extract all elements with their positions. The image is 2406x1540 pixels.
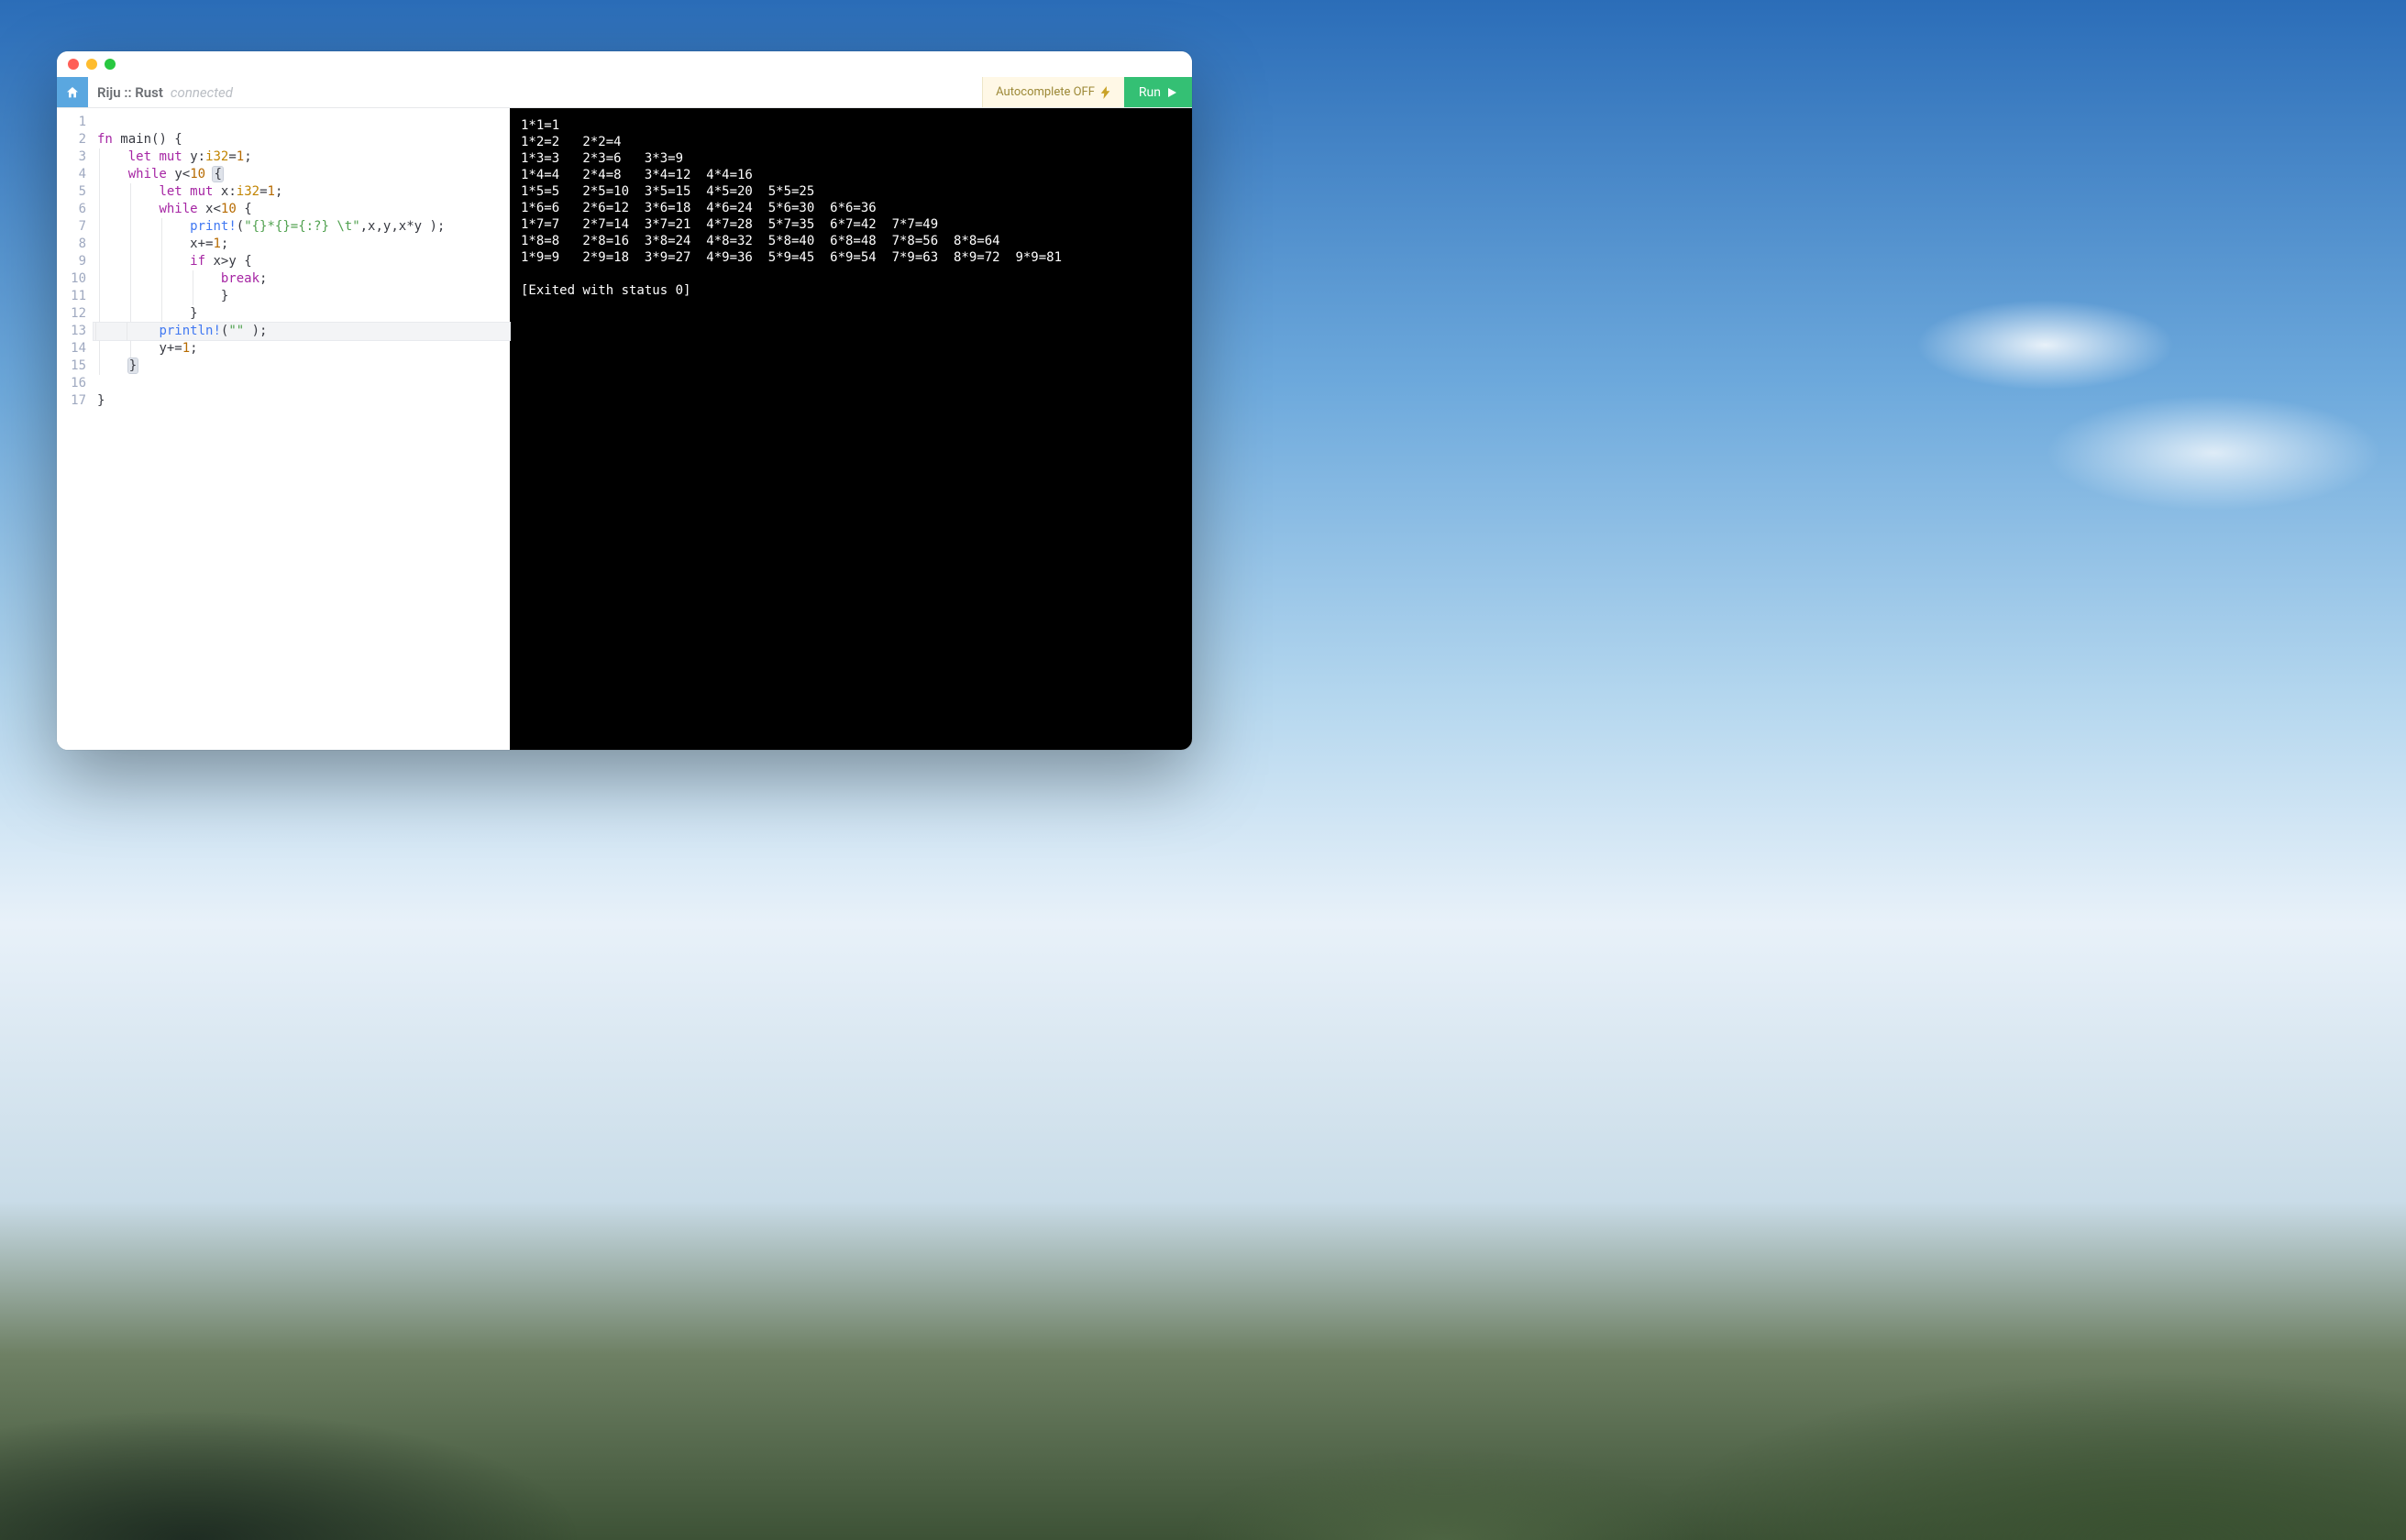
line-number: 10 [57, 270, 86, 288]
line-number: 9 [57, 253, 86, 270]
line-number: 8 [57, 236, 86, 253]
code-line[interactable]: let mut x:i32=1; [97, 183, 502, 201]
code-line[interactable] [97, 375, 502, 392]
code-area[interactable]: fn main() { let mut y:i32=1; while y<10 … [94, 108, 510, 750]
split-panes: 1234567891011121314151617 fn main() { le… [57, 108, 1192, 750]
title-block: Riju :: Rust connected [88, 77, 242, 107]
app-window: Riju :: Rust connected Autocomplete OFF … [57, 51, 1192, 750]
code-line[interactable]: while y<10 { [97, 166, 502, 183]
code-line[interactable]: if x>y { [97, 253, 502, 270]
code-line[interactable]: while x<10 { [97, 201, 502, 218]
code-line[interactable]: fn main() { [97, 131, 502, 148]
line-number: 2 [57, 131, 86, 148]
autocomplete-toggle-button[interactable]: Autocomplete OFF [982, 77, 1124, 107]
line-number: 12 [57, 305, 86, 323]
line-number: 6 [57, 201, 86, 218]
toolbar: Riju :: Rust connected Autocomplete OFF … [57, 77, 1192, 108]
code-line[interactable]: println!("" ); [94, 323, 510, 340]
code-line[interactable]: y+=1; [97, 340, 502, 358]
code-line[interactable] [97, 114, 502, 131]
code-line[interactable]: x+=1; [97, 236, 502, 253]
connection-status: connected [171, 84, 233, 101]
home-icon [65, 85, 80, 100]
code-line[interactable]: } [97, 288, 502, 305]
code-line[interactable]: let mut y:i32=1; [97, 148, 502, 166]
run-label: Run [1139, 85, 1161, 100]
code-line[interactable]: print!("{}*{}={:?} \t",x,y,x*y ); [97, 218, 502, 236]
line-number: 1 [57, 114, 86, 131]
lightning-icon [1100, 86, 1111, 99]
line-number: 11 [57, 288, 86, 305]
code-editor[interactable]: 1234567891011121314151617 fn main() { le… [57, 108, 510, 750]
line-number: 4 [57, 166, 86, 183]
line-number: 17 [57, 392, 86, 410]
autocomplete-label: Autocomplete OFF [996, 85, 1095, 99]
minimize-icon[interactable] [86, 59, 97, 70]
close-icon[interactable] [68, 59, 79, 70]
code-line[interactable]: } [97, 358, 502, 375]
window-titlebar [57, 51, 1192, 77]
line-number: 3 [57, 148, 86, 166]
run-button[interactable]: Run [1124, 77, 1192, 107]
code-line[interactable]: break; [97, 270, 502, 288]
code-line[interactable]: } [97, 392, 502, 410]
line-number: 16 [57, 375, 86, 392]
code-line[interactable]: } [97, 305, 502, 323]
line-number: 15 [57, 358, 86, 375]
home-button[interactable] [57, 77, 88, 107]
output-terminal[interactable]: 1*1=1 1*2=2 2*2=4 1*3=3 2*3=6 3*3=9 1*4=… [510, 108, 1192, 750]
page-title: Riju :: Rust [97, 84, 163, 101]
line-number: 14 [57, 340, 86, 358]
play-icon [1166, 87, 1177, 98]
line-number: 5 [57, 183, 86, 201]
line-number-gutter: 1234567891011121314151617 [57, 108, 94, 750]
line-number: 13 [57, 323, 86, 340]
line-number: 7 [57, 218, 86, 236]
maximize-icon[interactable] [105, 59, 116, 70]
